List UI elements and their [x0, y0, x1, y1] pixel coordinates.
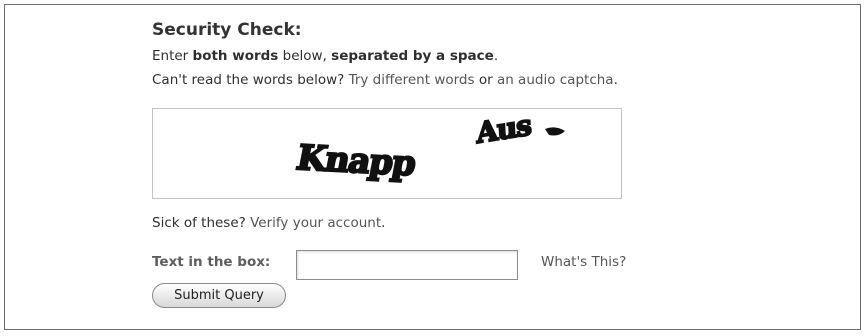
- captcha-word-2: Aus: [475, 109, 532, 150]
- cant-read-suffix: .: [613, 72, 618, 88]
- instruction-part2: below,: [278, 48, 332, 64]
- verify-account-link[interactable]: Verify your account: [250, 215, 381, 231]
- try-different-words-link[interactable]: Try different words: [349, 72, 475, 88]
- captcha-answer-input[interactable]: [296, 250, 518, 280]
- instruction-bold-separated: separated by a space: [331, 48, 494, 64]
- sick-suffix: .: [381, 215, 386, 231]
- submit-query-button[interactable]: Submit Query: [152, 283, 286, 308]
- whats-this-link[interactable]: What's This?: [541, 254, 626, 270]
- captcha-word-1: Knapp: [293, 138, 419, 184]
- captcha-distortion-mark: [545, 127, 565, 136]
- audio-captcha-link[interactable]: an audio captcha: [497, 72, 614, 88]
- instruction-bold-both-words: both words: [192, 48, 279, 64]
- cant-read-middle: or: [474, 72, 497, 88]
- text-in-box-label: Text in the box:: [152, 254, 271, 270]
- captcha-image: Knapp Aus: [292, 109, 565, 185]
- instruction-text: Enter both words below, separated by a s…: [152, 48, 498, 64]
- cant-read-prefix: Can't read the words below?: [152, 72, 349, 88]
- instruction-part3: .: [493, 48, 499, 64]
- security-check-title: Security Check:: [152, 20, 302, 40]
- sick-prefix: Sick of these?: [152, 215, 251, 231]
- instruction-part1: Enter: [152, 48, 193, 64]
- sick-of-these-text: Sick of these? Verify your account.: [152, 215, 385, 231]
- captcha-image-box: Knapp Aus: [152, 108, 622, 199]
- cant-read-text: Can't read the words below? Try differen…: [152, 72, 618, 88]
